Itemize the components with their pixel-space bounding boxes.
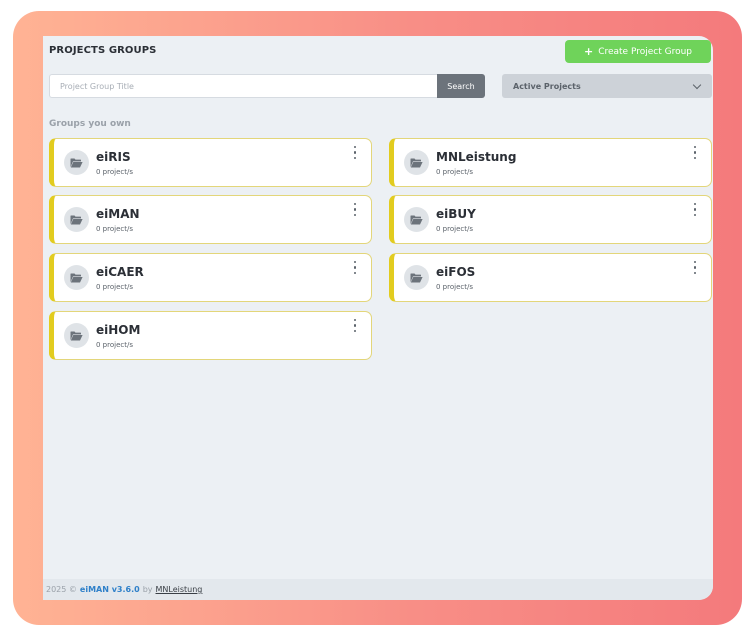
plus-icon: + [583, 45, 594, 58]
group-name: eiBUY [436, 207, 476, 221]
chevron-down-icon [692, 80, 702, 89]
group-name: MNLeistung [436, 150, 517, 164]
group-project-count: 0 project/s [96, 283, 133, 291]
group-project-count: 0 project/s [96, 168, 133, 176]
folder-open-icon [404, 207, 429, 232]
footer-by: by [142, 585, 153, 594]
group-name: eiFOS [436, 265, 476, 279]
project-status-select[interactable]: Active Projects [502, 74, 712, 98]
group-card[interactable]: eiFOS 0 project/s [389, 253, 712, 302]
group-name: eiCAER [96, 265, 144, 279]
group-card[interactable]: eiMAN 0 project/s [49, 195, 372, 244]
folder-open-icon [64, 323, 89, 348]
create-project-group-button[interactable]: + Create Project Group [565, 40, 711, 63]
group-project-count: 0 project/s [436, 283, 473, 291]
group-card[interactable]: eiCAER 0 project/s [49, 253, 372, 302]
group-card[interactable]: eiHOM 0 project/s [49, 311, 372, 360]
kebab-menu-icon[interactable] [352, 319, 358, 332]
folder-open-icon [64, 207, 89, 232]
group-name: eiRIS [96, 150, 131, 164]
folder-open-icon [404, 265, 429, 290]
search-input[interactable] [49, 74, 437, 98]
kebab-menu-icon[interactable] [352, 203, 358, 216]
group-project-count: 0 project/s [96, 341, 133, 349]
kebab-menu-icon[interactable] [692, 261, 698, 274]
kebab-menu-icon[interactable] [692, 146, 698, 159]
footer: 2025 © eiMAN v3.6.0 by MNLeistung [43, 579, 713, 600]
group-project-count: 0 project/s [96, 225, 133, 233]
main-panel: PROJECTS GROUPS + Create Project Group S… [43, 36, 713, 600]
page-title: PROJECTS GROUPS [49, 45, 157, 56]
group-card[interactable]: eiRIS 0 project/s [49, 138, 372, 187]
folder-open-icon [64, 265, 89, 290]
group-card[interactable]: eiBUY 0 project/s [389, 195, 712, 244]
group-name: eiHOM [96, 323, 141, 337]
footer-copyright: 2025 © [46, 585, 77, 594]
group-name: eiMAN [96, 207, 140, 221]
kebab-menu-icon[interactable] [352, 261, 358, 274]
folder-open-icon [404, 150, 429, 175]
group-card[interactable]: MNLeistung 0 project/s [389, 138, 712, 187]
section-label: Groups you own [49, 119, 131, 129]
group-project-count: 0 project/s [436, 168, 473, 176]
project-status-selected: Active Projects [513, 81, 581, 91]
footer-company-link[interactable]: MNLeistung [156, 585, 203, 594]
footer-app-version: eiMAN v3.6.0 [79, 585, 140, 594]
group-project-count: 0 project/s [436, 225, 473, 233]
folder-open-icon [64, 150, 89, 175]
kebab-menu-icon[interactable] [352, 146, 358, 159]
kebab-menu-icon[interactable] [692, 203, 698, 216]
search-button[interactable]: Search [437, 74, 485, 98]
create-project-group-label: Create Project Group [598, 46, 693, 57]
